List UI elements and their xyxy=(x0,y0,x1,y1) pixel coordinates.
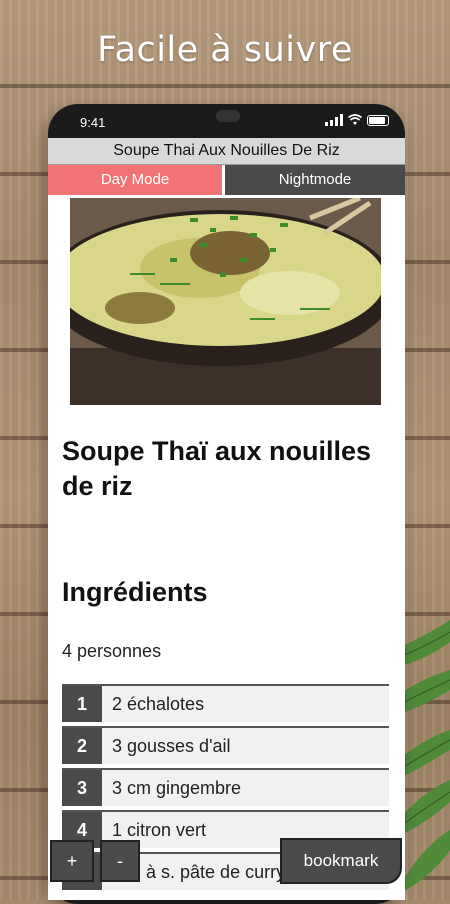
status-bar: 9:41 xyxy=(48,104,405,138)
ingredient-row: 1 2 échalotes xyxy=(62,684,389,722)
wifi-icon xyxy=(348,114,362,125)
ingredient-number: 3 xyxy=(62,770,102,806)
promo-headline: Facile à suivre xyxy=(97,30,353,70)
status-time: 9:41 xyxy=(80,115,106,130)
servings-label: 4 personnes xyxy=(62,641,162,661)
battery-icon xyxy=(367,115,389,126)
ingredient-number: 1 xyxy=(62,686,102,722)
ingredient-number: 2 xyxy=(62,728,102,764)
bookmark-button[interactable]: bookmark xyxy=(280,838,402,884)
night-mode-button[interactable]: Nightmode xyxy=(225,165,405,195)
recipe-title: Soupe Thaï aux nouilles de riz xyxy=(62,436,372,501)
increase-servings-button[interactable]: + xyxy=(50,840,94,882)
ingredient-row: 3 3 cm gingembre xyxy=(62,768,389,806)
app-screen: Soupe Thai Aux Nouilles De Riz Day Mode … xyxy=(48,138,405,900)
decrease-servings-button[interactable]: - xyxy=(100,840,140,882)
ingredient-row: 2 3 gousses d'ail xyxy=(62,726,389,764)
day-mode-button[interactable]: Day Mode xyxy=(48,165,225,195)
soup-photo xyxy=(70,198,381,405)
mode-tabs: Day Mode Nightmode xyxy=(48,165,405,195)
ingredient-text: 2 échalotes xyxy=(112,694,205,714)
ingredient-text: 3 gousses d'ail xyxy=(112,736,231,756)
ingredient-text: 3 cm gingembre xyxy=(112,778,242,798)
phone-notch xyxy=(124,104,332,134)
signal-icon xyxy=(325,114,343,126)
app-title-bar: Soupe Thai Aux Nouilles De Riz xyxy=(48,138,405,165)
ingredients-heading: Ingrédients xyxy=(62,577,208,607)
